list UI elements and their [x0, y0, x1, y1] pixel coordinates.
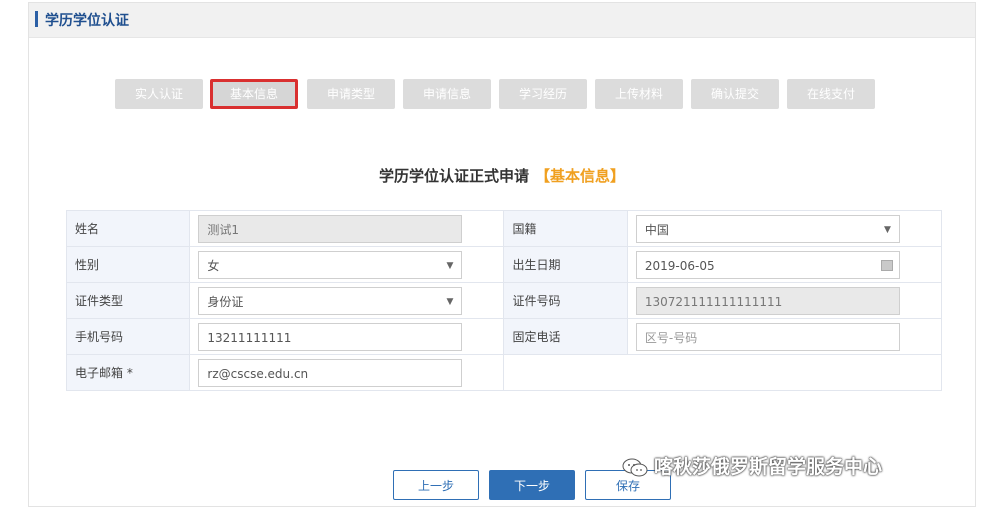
chevron-down-icon: ▼	[446, 260, 454, 271]
step-real-person-auth[interactable]: 实人认证	[115, 79, 203, 109]
form-title: 学历学位认证正式申请 【基本信息】	[29, 165, 975, 186]
calendar-icon[interactable]	[880, 259, 893, 271]
nationality-label: 国籍	[503, 210, 628, 247]
step-upload-materials[interactable]: 上传材料	[595, 79, 683, 109]
basic-info-form: 姓名 测试1 国籍 中国 ▼ 性别 女 ▼ 出生日期 2019-06-05 证件类型…	[65, 210, 943, 391]
step-application-info[interactable]: 申请信息	[403, 79, 491, 109]
certification-panel: 学历学位认证 实人认证 基本信息 申请类型 申请信息 学习经历 上传材料 确认提…	[28, 2, 976, 507]
id-type-value: 身份证	[207, 294, 244, 309]
form-title-text: 学历学位认证正式申请	[378, 167, 529, 185]
form-subtitle: 【基本信息】	[535, 167, 626, 185]
chevron-down-icon: ▼	[883, 224, 891, 235]
step-basic-info[interactable]: 基本信息	[210, 79, 298, 109]
gender-label: 性别	[65, 246, 191, 283]
step-application-type[interactable]: 申请类型	[307, 79, 395, 109]
form-row: 姓名 测试1 国籍 中国 ▼	[65, 210, 943, 247]
email-field[interactable]: rz@cscse.edu.cn	[198, 358, 463, 387]
panel-header: 学历学位认证	[29, 3, 975, 38]
form-row: 性别 女 ▼ 出生日期 2019-06-05	[65, 246, 943, 283]
form-row: 证件类型 身份证 ▼ 证件号码 130721111111111111	[65, 282, 943, 319]
step-study-experience[interactable]: 学习经历	[499, 79, 587, 109]
name-label: 姓名	[65, 210, 191, 247]
name-field[interactable]: 测试1	[198, 214, 463, 243]
gender-value: 女	[207, 258, 220, 273]
id-number-field[interactable]: 130721111111111111	[635, 286, 900, 315]
watermark: 喀秋莎俄罗斯留学服务中心	[622, 452, 882, 479]
mobile-field[interactable]: 13211111111	[198, 322, 463, 351]
nationality-value: 中国	[644, 222, 669, 237]
panel-title: 学历学位认证	[45, 13, 129, 29]
header-accent-bar	[35, 11, 38, 27]
wechat-icon	[622, 458, 648, 478]
step-confirm-submit[interactable]: 确认提交	[691, 79, 779, 109]
step-navigation: 实人认证 基本信息 申请类型 申请信息 学习经历 上传材料 确认提交 在线支付	[29, 79, 975, 109]
form-row: 电子邮箱 * rz@cscse.edu.cn	[65, 354, 942, 391]
landline-label: 固定电话	[503, 318, 628, 355]
empty-cell	[503, 354, 942, 391]
step-online-payment[interactable]: 在线支付	[787, 79, 875, 109]
id-number-label: 证件号码	[503, 282, 628, 319]
prev-step-button[interactable]: 上一步	[393, 470, 479, 500]
form-row: 手机号码 13211111111 固定电话 区号-号码	[65, 318, 943, 355]
birth-date-label: 出生日期	[503, 246, 628, 283]
mobile-label: 手机号码	[65, 318, 191, 355]
next-step-button[interactable]: 下一步	[489, 470, 575, 500]
id-type-select[interactable]: 身份证 ▼	[198, 286, 463, 315]
gender-select[interactable]: 女 ▼	[198, 250, 463, 279]
landline-field[interactable]: 区号-号码	[635, 322, 900, 351]
chevron-down-icon: ▼	[446, 296, 454, 307]
watermark-text: 喀秋莎俄罗斯留学服务中心	[654, 456, 883, 478]
nationality-select[interactable]: 中国 ▼	[635, 214, 900, 243]
birth-date-value: 2019-06-05	[644, 258, 715, 273]
id-type-label: 证件类型	[65, 282, 191, 319]
birth-date-field[interactable]: 2019-06-05	[635, 250, 900, 279]
email-label: 电子邮箱 *	[65, 354, 191, 391]
